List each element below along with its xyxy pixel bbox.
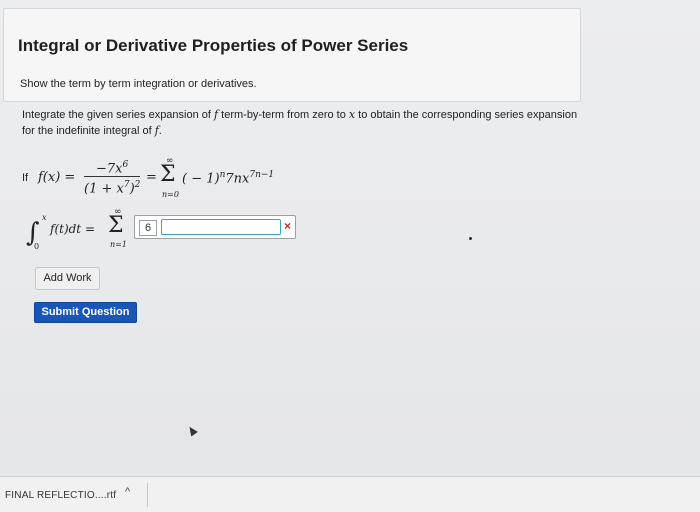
integrand: f(t)dt = xyxy=(50,222,95,236)
submit-question-button[interactable]: Submit Question xyxy=(34,302,137,323)
mouse-cursor-icon xyxy=(186,424,198,437)
add-work-button[interactable]: Add Work xyxy=(35,267,100,290)
answer-field[interactable]: 6 × xyxy=(134,215,296,239)
download-bar: FINAL REFLECTIO....rtf ^ xyxy=(0,476,700,512)
equals-sign: = xyxy=(146,170,157,185)
answer-box-value[interactable]: 6 xyxy=(139,220,157,236)
integral-lower-limit: 0 xyxy=(34,242,40,251)
denominator: (1 + x7)2 xyxy=(84,180,141,197)
chevron-up-icon[interactable]: ^ xyxy=(125,486,130,498)
stray-dot xyxy=(469,237,472,240)
page-title: Integral or Derivative Properties of Pow… xyxy=(18,36,409,55)
sum2-lower-limit: n=1 xyxy=(110,240,127,249)
answer-input[interactable] xyxy=(161,219,281,235)
fx-lhs: f(x) = xyxy=(38,170,76,185)
page-subtitle: Show the term by term integration or der… xyxy=(20,78,257,90)
sigma-symbol: Σ xyxy=(160,162,176,187)
question-header-card: Integral or Derivative Properties of Pow… xyxy=(3,8,581,102)
divider xyxy=(147,483,148,507)
integral-upper-limit: x xyxy=(42,213,47,222)
fraction-bar xyxy=(84,176,140,177)
sum-lower-limit: n=0 xyxy=(162,190,179,199)
series-term: ( − 1)n7nx7n−1 xyxy=(182,170,275,187)
sigma2-symbol: Σ xyxy=(108,213,124,238)
download-filename[interactable]: FINAL REFLECTIO....rtf xyxy=(5,490,116,501)
instructions-text: Integrate the given series expansion of … xyxy=(22,108,578,137)
numerator: −7x6 xyxy=(96,160,129,177)
if-label: If xyxy=(22,172,29,184)
clear-icon[interactable]: × xyxy=(284,219,291,233)
